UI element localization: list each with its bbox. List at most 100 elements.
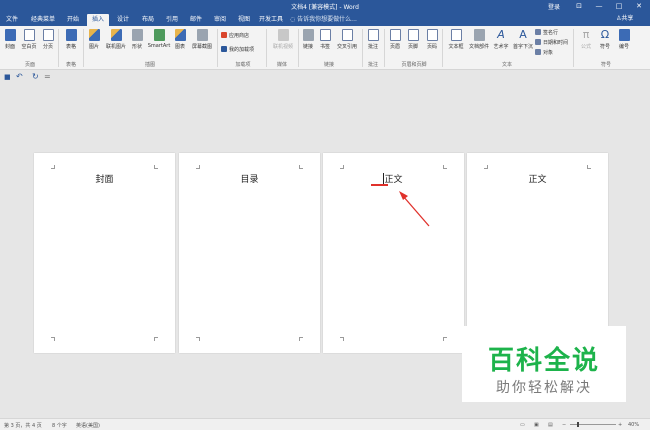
online-picture-icon: [110, 29, 122, 41]
page-cover[interactable]: 封面: [34, 153, 175, 353]
save-icon[interactable]: ■: [4, 72, 11, 82]
omega-icon: Ω: [600, 28, 610, 41]
undo-icon[interactable]: ↶: [16, 72, 23, 82]
page-number-button[interactable]: 页码: [425, 29, 439, 59]
cover-page-button[interactable]: 封面: [3, 29, 17, 59]
tab-review[interactable]: 审阅: [209, 14, 231, 26]
page-break-button[interactable]: 分页: [41, 29, 55, 59]
login-link[interactable]: 登录: [548, 2, 560, 11]
tab-design[interactable]: 设计: [112, 14, 134, 26]
corner-mark: [443, 165, 447, 169]
link-icon: [302, 29, 314, 41]
smartart-button[interactable]: SmartArt: [147, 29, 171, 59]
separator: [573, 29, 574, 67]
footer-button[interactable]: 页脚: [406, 29, 420, 59]
cross-reference-button[interactable]: 交叉引用: [334, 29, 360, 59]
group-label-addins: 加载项: [235, 62, 251, 68]
tab-view[interactable]: 视图: [233, 14, 255, 26]
close-button[interactable]: ✕: [630, 1, 648, 11]
print-layout-icon[interactable]: ▣: [534, 422, 539, 428]
my-addins-button[interactable]: 我的加载项: [221, 46, 254, 54]
maximize-button[interactable]: □: [610, 1, 628, 11]
number-button[interactable]: 编号: [616, 29, 632, 59]
web-layout-icon[interactable]: ▤: [548, 422, 553, 428]
tab-developer[interactable]: 开发工具: [256, 14, 286, 26]
group-label-media: 媒体: [276, 62, 287, 68]
page-break-icon: [42, 29, 54, 41]
shapes-icon: [131, 29, 143, 41]
header-icon: [389, 29, 401, 41]
tab-mailings[interactable]: 邮件: [185, 14, 207, 26]
screenshot-button[interactable]: 屏幕截图: [189, 29, 215, 59]
group-label-links: 链接: [323, 62, 334, 68]
group-label-text: 文本: [501, 62, 512, 68]
watermark-subtitle: 助你轻松解决: [496, 380, 592, 396]
separator: [83, 29, 84, 67]
signature-icon: [535, 29, 541, 35]
tab-insert[interactable]: 插入: [87, 14, 109, 26]
cover-page-icon: [4, 29, 16, 41]
zoom-level[interactable]: 40%: [628, 422, 639, 428]
date-time-button[interactable]: 日期和时间: [535, 39, 568, 47]
table-button[interactable]: 表格: [63, 29, 79, 59]
corner-mark: [299, 165, 303, 169]
text-box-button[interactable]: 文本框: [446, 29, 466, 59]
page-body-1[interactable]: 正文: [323, 153, 464, 353]
ribbon-tabs: 文件 经典菜单 开始 插入 设计 布局 引用 邮件 审阅 视图 开发工具 ◌ 告…: [0, 12, 650, 26]
cross-reference-icon: [341, 29, 353, 41]
footer-icon: [407, 29, 419, 41]
symbol-button[interactable]: Ω 符号: [597, 29, 613, 59]
quick-parts-button[interactable]: 文档部件: [468, 29, 490, 59]
addin-store-button[interactable]: 应用商店: [221, 32, 249, 40]
minimize-button[interactable]: —: [590, 1, 608, 11]
tell-me-search[interactable]: ◌ 告诉我你想要做什么...: [290, 14, 357, 26]
separator: [442, 29, 443, 67]
language-indicator[interactable]: 英语(美国): [76, 422, 100, 429]
page-count[interactable]: 第 3 页，共 4 页: [4, 422, 42, 429]
separator: [217, 29, 218, 67]
link-button[interactable]: 链接: [301, 29, 315, 59]
page-toc[interactable]: 目录: [179, 153, 320, 353]
comment-button[interactable]: 批注: [366, 29, 380, 59]
zoom-slider-thumb[interactable]: [577, 422, 579, 427]
tab-classic-menu[interactable]: 经典菜单: [28, 14, 58, 26]
group-label-pages: 页面: [24, 62, 35, 68]
addins-icon: [221, 46, 227, 52]
zoom-in-icon[interactable]: +: [618, 422, 622, 428]
page-body-2[interactable]: 正文: [467, 153, 608, 353]
drop-cap-icon: A: [519, 28, 527, 41]
redo-icon[interactable]: ↻: [32, 72, 39, 82]
corner-mark: [51, 165, 55, 169]
separator: [298, 29, 299, 67]
shapes-button[interactable]: 形状: [129, 29, 145, 59]
chart-button[interactable]: 图表: [173, 29, 187, 59]
restore-ribbon-icon[interactable]: ⊡: [570, 1, 588, 11]
group-label-comments: 批注: [367, 62, 378, 68]
blank-page-button[interactable]: 空白页: [19, 29, 39, 59]
bookmark-button[interactable]: 书签: [318, 29, 332, 59]
blank-page-icon: [23, 29, 35, 41]
store-icon: [221, 32, 227, 38]
tab-references[interactable]: 引用: [161, 14, 183, 26]
tab-file[interactable]: 文件: [2, 14, 22, 26]
online-video-button[interactable]: 联机视频: [270, 29, 296, 59]
read-mode-icon[interactable]: ▭: [520, 422, 525, 428]
signature-line-button[interactable]: 签名行: [535, 29, 558, 37]
bookmark-icon: [319, 29, 331, 41]
share-button[interactable]: ♙共享: [616, 13, 633, 25]
word-count[interactable]: 8 个字: [52, 422, 67, 429]
separator: [58, 29, 59, 67]
group-label-tables: 表格: [65, 62, 76, 68]
zoom-out-icon[interactable]: −: [562, 422, 566, 428]
equation-button[interactable]: π 公式: [578, 29, 594, 59]
pictures-button[interactable]: 图片: [87, 29, 101, 59]
tab-home[interactable]: 开始: [62, 14, 84, 26]
tab-layout[interactable]: 布局: [137, 14, 159, 26]
customize-qat-icon[interactable]: =: [44, 72, 51, 82]
header-button[interactable]: 页眉: [388, 29, 402, 59]
object-button[interactable]: 对象: [535, 49, 553, 57]
wordart-button[interactable]: A 艺术字: [491, 29, 511, 59]
text-box-icon: [450, 29, 462, 41]
online-pictures-button[interactable]: 联机图片: [104, 29, 128, 59]
drop-cap-button[interactable]: A 首字下沉: [512, 29, 534, 59]
